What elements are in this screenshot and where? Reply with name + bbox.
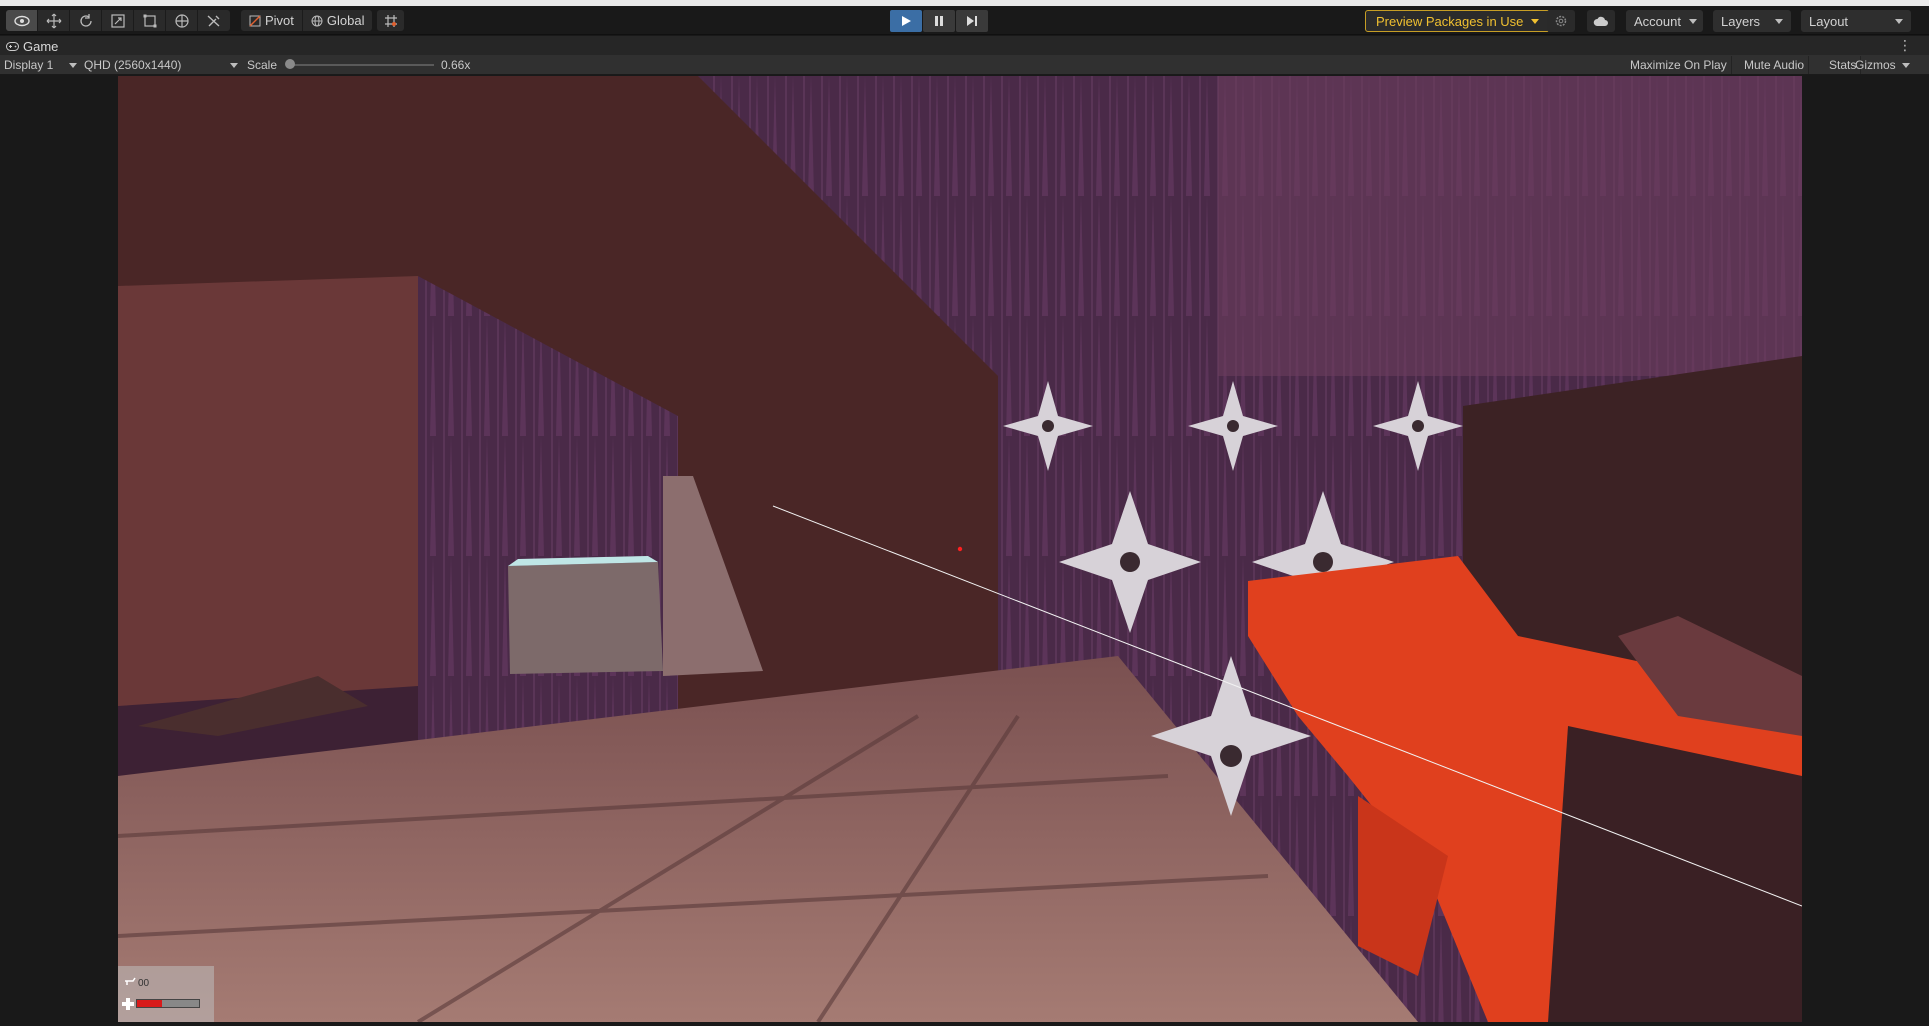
cloud-button[interactable] [1587,10,1615,32]
global-toggle[interactable]: Global [303,10,373,31]
scale-label: Scale [247,58,278,72]
custom-tool-button[interactable] [198,10,230,31]
gizmos-dropdown[interactable] [1902,55,1910,75]
custom-tool-icon [207,14,220,27]
ammo-count: 00 [138,978,150,989]
scale-value: 0.66x [441,58,471,72]
grid-snap-group [377,10,404,31]
tab-bar: Game ⋮ [0,36,1929,55]
account-dropdown[interactable]: Account [1626,10,1703,32]
move-tool-icon [46,13,61,28]
player-hud: 00 [118,966,214,1022]
view-tool-icon [13,15,30,26]
chevron-down-icon [1531,18,1540,24]
gamepad-icon [6,41,19,51]
chevron-down-icon [230,62,238,68]
chevron-down-icon [1688,18,1697,24]
game-scene-image [118,76,1802,1022]
pause-icon [935,16,943,26]
tab-game[interactable]: Game [6,38,58,54]
preview-packages-label: Preview Packages in Use [1376,13,1524,29]
preview-packages-button[interactable]: Preview Packages in Use [1365,10,1551,32]
gear-icon [1555,15,1567,27]
health-bar-fill [137,1000,162,1007]
scale-slider-track[interactable] [288,64,434,66]
rotate-tool-icon [79,13,92,27]
pivot-icon [249,14,261,27]
chevron-down-icon [1895,18,1903,24]
main-toolbar: Pivot Global Preview Packages in Use Acc… [0,6,1929,35]
chevron-down-icon [1902,62,1910,68]
step-icon [967,16,977,26]
pause-button[interactable] [923,10,955,32]
tool-group [6,10,230,31]
global-label: Global [326,13,365,28]
account-label: Account [1634,13,1681,29]
scale-slider-handle[interactable] [285,59,295,69]
playback-controls [890,10,988,32]
health-cross-icon [122,998,134,1010]
pivot-label: Pivot [265,13,294,28]
maximize-on-play-toggle[interactable]: Maximize On Play [1626,56,1732,74]
scale-tool-icon [110,13,125,28]
layers-dropdown[interactable]: Layers [1713,10,1791,32]
rect-tool-button[interactable] [134,10,166,31]
kebab-menu-icon[interactable]: ⋮ [1898,37,1912,54]
grid-snap-button[interactable] [377,10,404,31]
chevron-down-icon [69,62,77,68]
display-dropdown[interactable]: Display 1 [4,55,77,75]
transform-tool-icon [174,13,189,28]
view-tool-button[interactable] [6,10,38,31]
tab-game-label: Game [23,38,59,54]
layout-dropdown[interactable]: Layout [1801,10,1911,32]
game-view-toolbar: Display 1 QHD (2560x1440) Scale 0.66x Ma… [0,55,1929,75]
scale-tool-button[interactable] [102,10,134,31]
grid-icon [384,14,397,27]
display-label: Display 1 [4,58,54,72]
resolution-dropdown[interactable]: QHD (2560x1440) [84,55,238,75]
move-tool-button[interactable] [38,10,70,31]
ammo-icon [125,977,136,985]
transform-tool-button[interactable] [166,10,198,31]
chevron-down-icon [1775,18,1783,24]
pivot-toggle[interactable]: Pivot [241,10,303,31]
rect-tool-icon [143,14,156,27]
cloud-icon [1593,16,1608,26]
globe-icon [311,15,323,26]
layers-label: Layers [1721,13,1761,29]
handle-group: Pivot Global [241,10,373,31]
rotate-tool-button[interactable] [70,10,102,31]
game-render[interactable]: 00 [118,76,1802,1022]
play-button[interactable] [890,10,922,32]
layout-label: Layout [1809,13,1849,29]
settings-button[interactable] [1547,10,1575,32]
resolution-label: QHD (2560x1440) [84,58,182,72]
health-bar [136,999,200,1008]
step-button[interactable] [956,10,988,32]
mute-audio-toggle[interactable]: Mute Audio [1740,56,1810,74]
play-icon [902,16,911,26]
gizmos-toggle[interactable]: Gizmos [1851,56,1900,74]
